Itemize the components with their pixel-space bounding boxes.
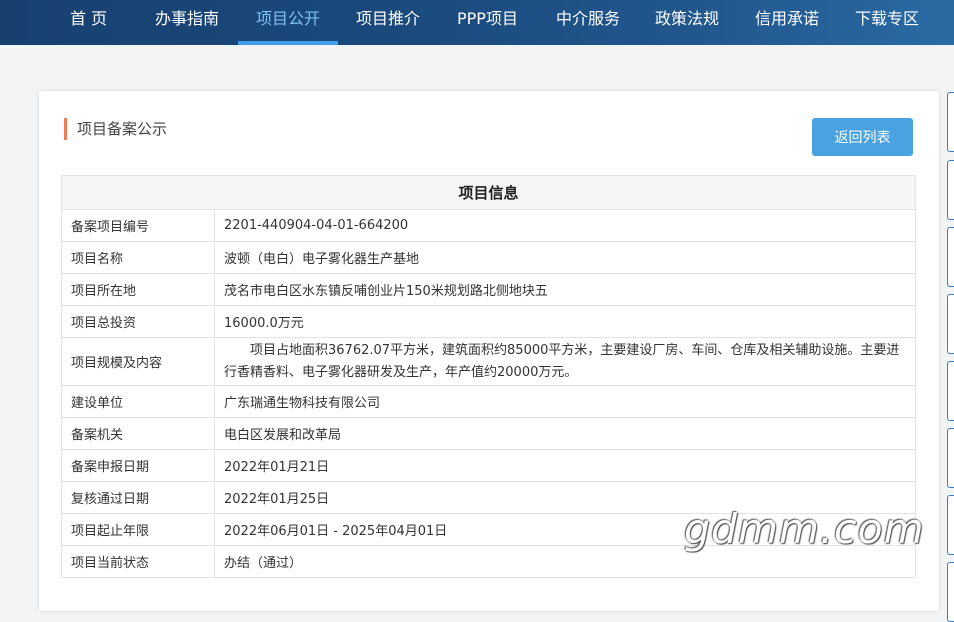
nav-item-home[interactable]: 首 页	[70, 0, 107, 45]
top-navigation: 首 页 办事指南 项目公开 项目推介 PPP项目 中介服务 政策法规 信用承诺 …	[0, 0, 954, 45]
side-tab[interactable]	[947, 495, 954, 555]
row-label: 复核通过日期	[61, 481, 215, 514]
side-tab[interactable]	[947, 294, 954, 354]
side-tab[interactable]	[947, 160, 954, 220]
side-tab[interactable]	[947, 361, 954, 421]
table-row: 备案项目编号 2201-440904-04-01-664200	[61, 209, 916, 242]
row-value: 广东瑞通生物科技有限公司	[214, 385, 916, 418]
side-tab[interactable]	[947, 562, 954, 622]
table-row: 项目名称 波顿（电白）电子雾化器生产基地	[61, 241, 916, 274]
table-row: 备案机关 电白区发展和改革局	[61, 417, 916, 450]
row-label: 项目所在地	[61, 273, 215, 306]
table-row: 项目所在地 茂名市电白区水东镇反哺创业片150米规划路北侧地块五	[61, 273, 916, 306]
table-header-row: 项目信息	[61, 175, 916, 210]
row-value: 16000.0万元	[214, 305, 916, 338]
side-tab[interactable]	[947, 428, 954, 488]
table-row: 备案申报日期 2022年01月21日	[61, 449, 916, 482]
table-row: 项目总投资 16000.0万元	[61, 305, 916, 338]
row-value: 2022年01月21日	[214, 449, 916, 482]
row-label: 项目名称	[61, 241, 215, 274]
table-row: 项目规模及内容 项目占地面积36762.07平方米，建筑面积约85000平方米，…	[61, 337, 916, 386]
side-tab[interactable]	[947, 227, 954, 287]
row-label: 项目当前状态	[61, 545, 215, 578]
row-label: 项目规模及内容	[61, 337, 215, 386]
back-to-list-button[interactable]: 返回列表	[812, 118, 913, 156]
row-value: 2201-440904-04-01-664200	[214, 209, 916, 242]
section-title: 项目备案公示	[64, 118, 167, 140]
row-label: 项目起止年限	[61, 513, 215, 546]
nav-item-downloads[interactable]: 下载专区	[855, 0, 919, 45]
nav-item-credit-commitment[interactable]: 信用承诺	[755, 0, 819, 45]
nav-item-project-disclosure[interactable]: 项目公开	[256, 0, 320, 45]
table-row: 建设单位 广东瑞通生物科技有限公司	[61, 385, 916, 418]
table-title: 项目信息	[61, 175, 916, 210]
row-value: 电白区发展和改革局	[214, 417, 916, 450]
row-label: 项目总投资	[61, 305, 215, 338]
nav-item-project-promotion[interactable]: 项目推介	[356, 0, 420, 45]
scale-description: 项目占地面积36762.07平方米，建筑面积约85000平方米，主要建设厂房、车…	[224, 342, 900, 380]
nav-item-policies[interactable]: 政策法规	[655, 0, 719, 45]
row-label: 备案项目编号	[61, 209, 215, 242]
side-tab[interactable]	[947, 92, 954, 152]
row-value: 项目占地面积36762.07平方米，建筑面积约85000平方米，主要建设厂房、车…	[214, 337, 916, 386]
active-nav-indicator	[238, 41, 338, 45]
nav-item-ppp-projects[interactable]: PPP项目	[457, 0, 518, 45]
row-label: 建设单位	[61, 385, 215, 418]
row-label: 备案机关	[61, 417, 215, 450]
row-label: 备案申报日期	[61, 449, 215, 482]
row-value: 波顿（电白）电子雾化器生产基地	[214, 241, 916, 274]
row-value: 茂名市电白区水东镇反哺创业片150米规划路北侧地块五	[214, 273, 916, 306]
nav-item-guide[interactable]: 办事指南	[155, 0, 219, 45]
nav-item-agency-services[interactable]: 中介服务	[556, 0, 620, 45]
watermark-logo: gdmm.com	[684, 505, 925, 553]
